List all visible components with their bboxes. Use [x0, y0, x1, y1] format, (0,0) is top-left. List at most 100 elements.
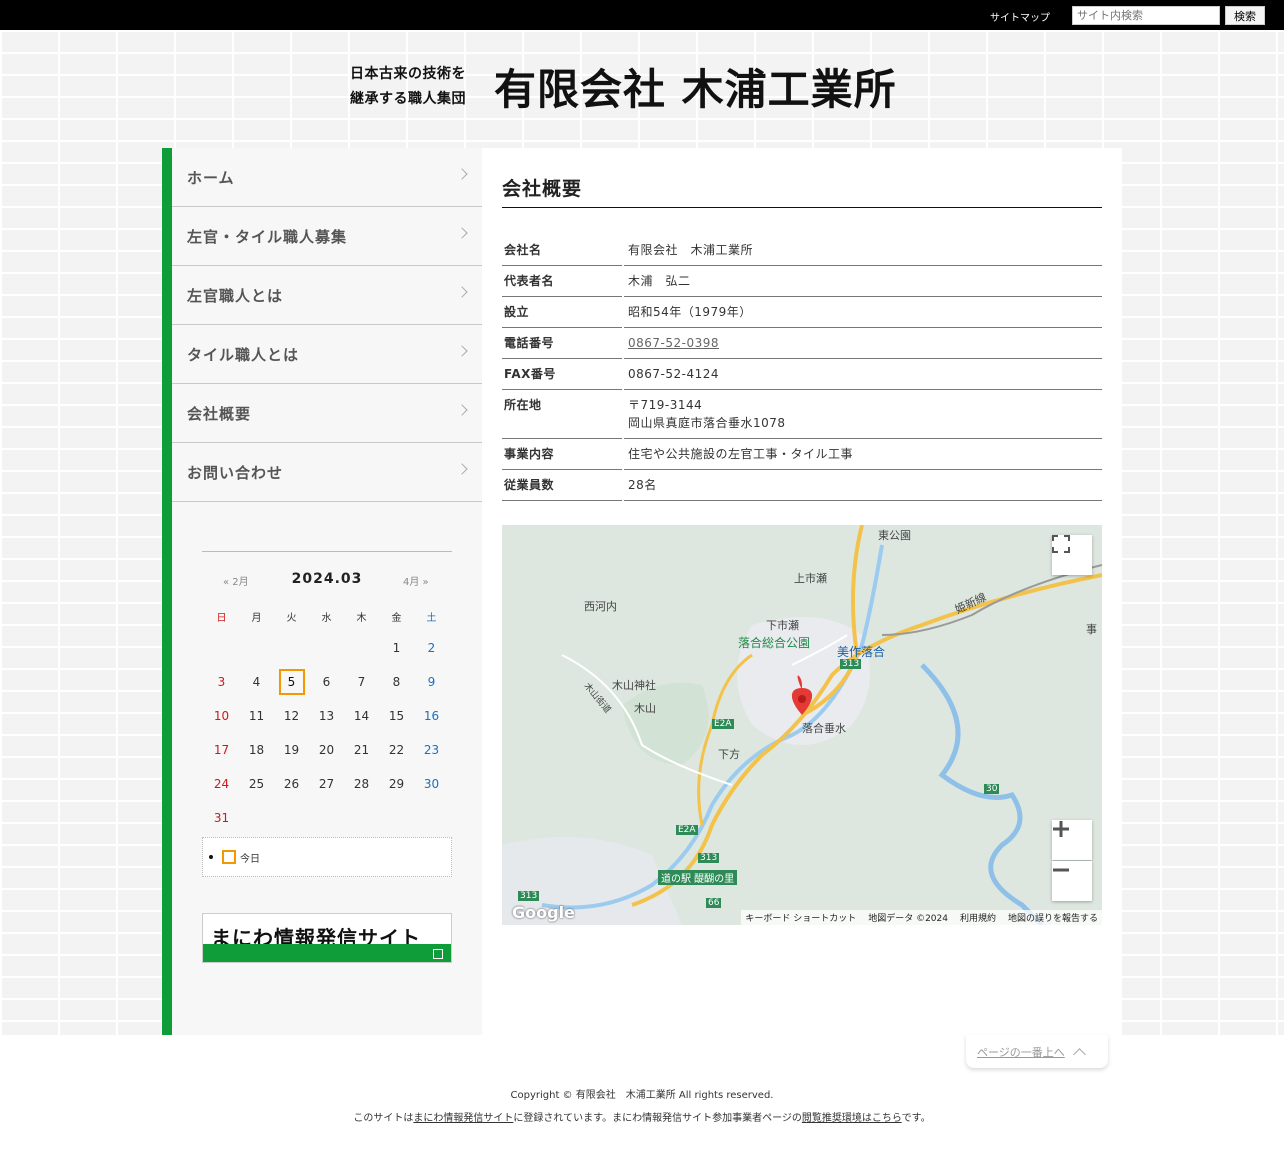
copyright: Copyright © 有限会社 木浦工業所 All rights reserv…: [510, 1090, 774, 1101]
zoom-in-button[interactable]: [1052, 820, 1092, 860]
nav-item-contact[interactable]: お問い合わせ: [172, 443, 482, 502]
map-label: 美作落合: [837, 645, 886, 659]
calendar-day: 25: [248, 777, 265, 791]
calendar-day-today: 5: [274, 665, 309, 699]
external-link-icon: [433, 949, 443, 959]
calendar-day: 14: [353, 709, 370, 723]
info-key: 代表者名: [502, 265, 622, 297]
calendar-day: 17: [213, 743, 230, 757]
route-shield: 30: [984, 784, 1000, 794]
info-key: 所在地: [502, 389, 622, 439]
page-title: 会社概要: [502, 174, 1102, 208]
calendar-day: 7: [357, 675, 366, 689]
nav-item-company[interactable]: 会社概要: [172, 384, 482, 443]
calendar-weekday: 土: [426, 613, 437, 624]
calendar-empty-cell: [379, 801, 414, 835]
calendar-day: 15: [388, 709, 405, 723]
terms-link[interactable]: 利用規約: [960, 911, 996, 924]
calendar-day-label: 5: [278, 669, 305, 695]
calendar-day: 16: [423, 709, 440, 723]
info-value: 〒719-3144 岡山県真庭市落合垂水1078: [624, 389, 1102, 439]
calendar-day: 10: [213, 709, 230, 723]
calendar-day: 19: [283, 743, 300, 757]
nav-item-tile[interactable]: タイル職人とは: [172, 325, 482, 384]
calendar-day: 3: [217, 675, 226, 689]
calendar-day: 30: [423, 777, 440, 791]
maniwa-site-link[interactable]: まにわ情報発信サイト: [413, 1113, 513, 1124]
info-value: 有限会社 木浦工業所: [624, 235, 1102, 266]
bullet-icon: [209, 855, 213, 859]
calendar-empty-cell: [414, 801, 449, 835]
top-bar: サイトマップ 検索: [0, 0, 1284, 30]
chevron-right-icon: [456, 168, 468, 180]
google-logo: Google: [512, 903, 575, 922]
map-label: 落合垂水: [802, 722, 846, 735]
postal-code: 〒719-3144: [628, 398, 703, 412]
calendar-day: 21: [353, 743, 370, 757]
info-value: 木浦 弘二: [624, 265, 1102, 297]
global-nav: ホーム 左官・タイル職人募集 左官職人とは タイル職人とは 会社概要 お問い合わ…: [172, 148, 482, 502]
route-shield: 313: [698, 853, 720, 863]
back-to-top-button[interactable]: ページの一番上へ: [966, 1035, 1108, 1068]
nav-item-recruit[interactable]: 左官・タイル職人募集: [172, 207, 482, 266]
nav-item-home[interactable]: ホーム: [172, 148, 482, 207]
calendar-legend: 今日: [202, 837, 452, 877]
calendar-day: 11: [248, 709, 265, 723]
calendar-day: 12: [283, 709, 300, 723]
company-info-table: 会社名 有限会社 木浦工業所 代表者名 木浦 弘二 設立 昭和54年（1979年…: [502, 235, 1102, 501]
footer-note-text: に登録されています。まにわ情報発信サイト参加事業者ページの: [513, 1113, 802, 1124]
phone-link[interactable]: 0867-52-0398: [628, 336, 719, 350]
info-value: 昭和54年（1979年）: [624, 296, 1102, 328]
calendar-weekday: 木: [356, 613, 367, 624]
nav-item-label: 左官職人とは: [187, 286, 284, 305]
calendar-day: 8: [392, 675, 401, 689]
calendar-day: 31: [213, 811, 230, 825]
table-row: 設立 昭和54年（1979年）: [502, 296, 1102, 328]
maniwa-banner[interactable]: まにわ情報発信サイト: [202, 913, 452, 963]
calendar-next-link[interactable]: 4月 »: [403, 573, 429, 588]
info-value: 0867-52-4124: [624, 358, 1102, 390]
fullscreen-button[interactable]: [1052, 535, 1092, 575]
content-wrapper: ホーム 左官・タイル職人募集 左官職人とは タイル職人とは 会社概要 お問い合わ…: [162, 148, 1122, 1035]
calendar-day: 4: [252, 675, 261, 689]
calendar-empty-cell: [344, 801, 379, 835]
calendar-empty-cell: [309, 631, 344, 665]
map-attribution: キーボード ショートカット 地図データ ©2024 利用規約 地図の誤りを報告す…: [741, 910, 1102, 925]
sitemap-link[interactable]: サイトマップ: [990, 9, 1050, 24]
map-label: 木山: [634, 702, 656, 715]
tagline-line2: 継承する職人集団: [350, 91, 466, 107]
calendar-day: 13: [318, 709, 335, 723]
nav-item-label: ホーム: [187, 168, 235, 187]
info-key: 電話番号: [502, 327, 622, 359]
table-row: 代表者名 木浦 弘二: [502, 265, 1102, 297]
search-input[interactable]: [1072, 6, 1220, 25]
calendar-day: 27: [318, 777, 335, 791]
chevron-up-icon: [1072, 1047, 1086, 1061]
minus-icon: [1053, 868, 1069, 872]
nav-item-label: お問い合わせ: [187, 463, 284, 482]
map-label: 木山神社: [612, 679, 656, 692]
map-label: 東公園: [878, 529, 911, 542]
info-value: 0867-52-0398: [624, 327, 1102, 359]
calendar-weekday: 金: [391, 613, 402, 624]
google-map[interactable]: 東公園 上市瀬 西河内 下市瀬 落合総合公園 美作落合 木山神社 木山 木山街道…: [502, 525, 1102, 925]
map-label: 下市瀬: [766, 619, 799, 632]
route-shield: 313: [840, 659, 862, 669]
search-button[interactable]: 検索: [1225, 6, 1265, 25]
calendar-day: 9: [427, 675, 436, 689]
report-error-link[interactable]: 地図の誤りを報告する: [1008, 911, 1098, 924]
recommended-env-link[interactable]: 閲覧推奨環境はこちら: [802, 1113, 902, 1124]
keyboard-shortcuts-link[interactable]: キーボード ショートカット: [745, 911, 856, 924]
fullscreen-icon: [1052, 535, 1070, 553]
footer-note: このサイトはまにわ情報発信サイトに登録されています。まにわ情報発信サイト参加事業…: [0, 1109, 1284, 1124]
info-key: FAX番号: [502, 358, 622, 390]
address: 岡山県真庭市落合垂水1078: [628, 416, 786, 430]
nav-item-label: 左官・タイル職人募集: [187, 227, 348, 246]
table-row: FAX番号 0867-52-4124: [502, 358, 1102, 390]
route-shield: E2A: [712, 719, 734, 729]
nav-item-plasterer[interactable]: 左官職人とは: [172, 266, 482, 325]
info-value: 住宅や公共施設の左官工事・タイル工事: [624, 438, 1102, 470]
calendar-day: 6: [322, 675, 331, 689]
map-label: 道の駅 醍醐の里: [658, 870, 738, 885]
zoom-out-button[interactable]: [1052, 861, 1092, 901]
